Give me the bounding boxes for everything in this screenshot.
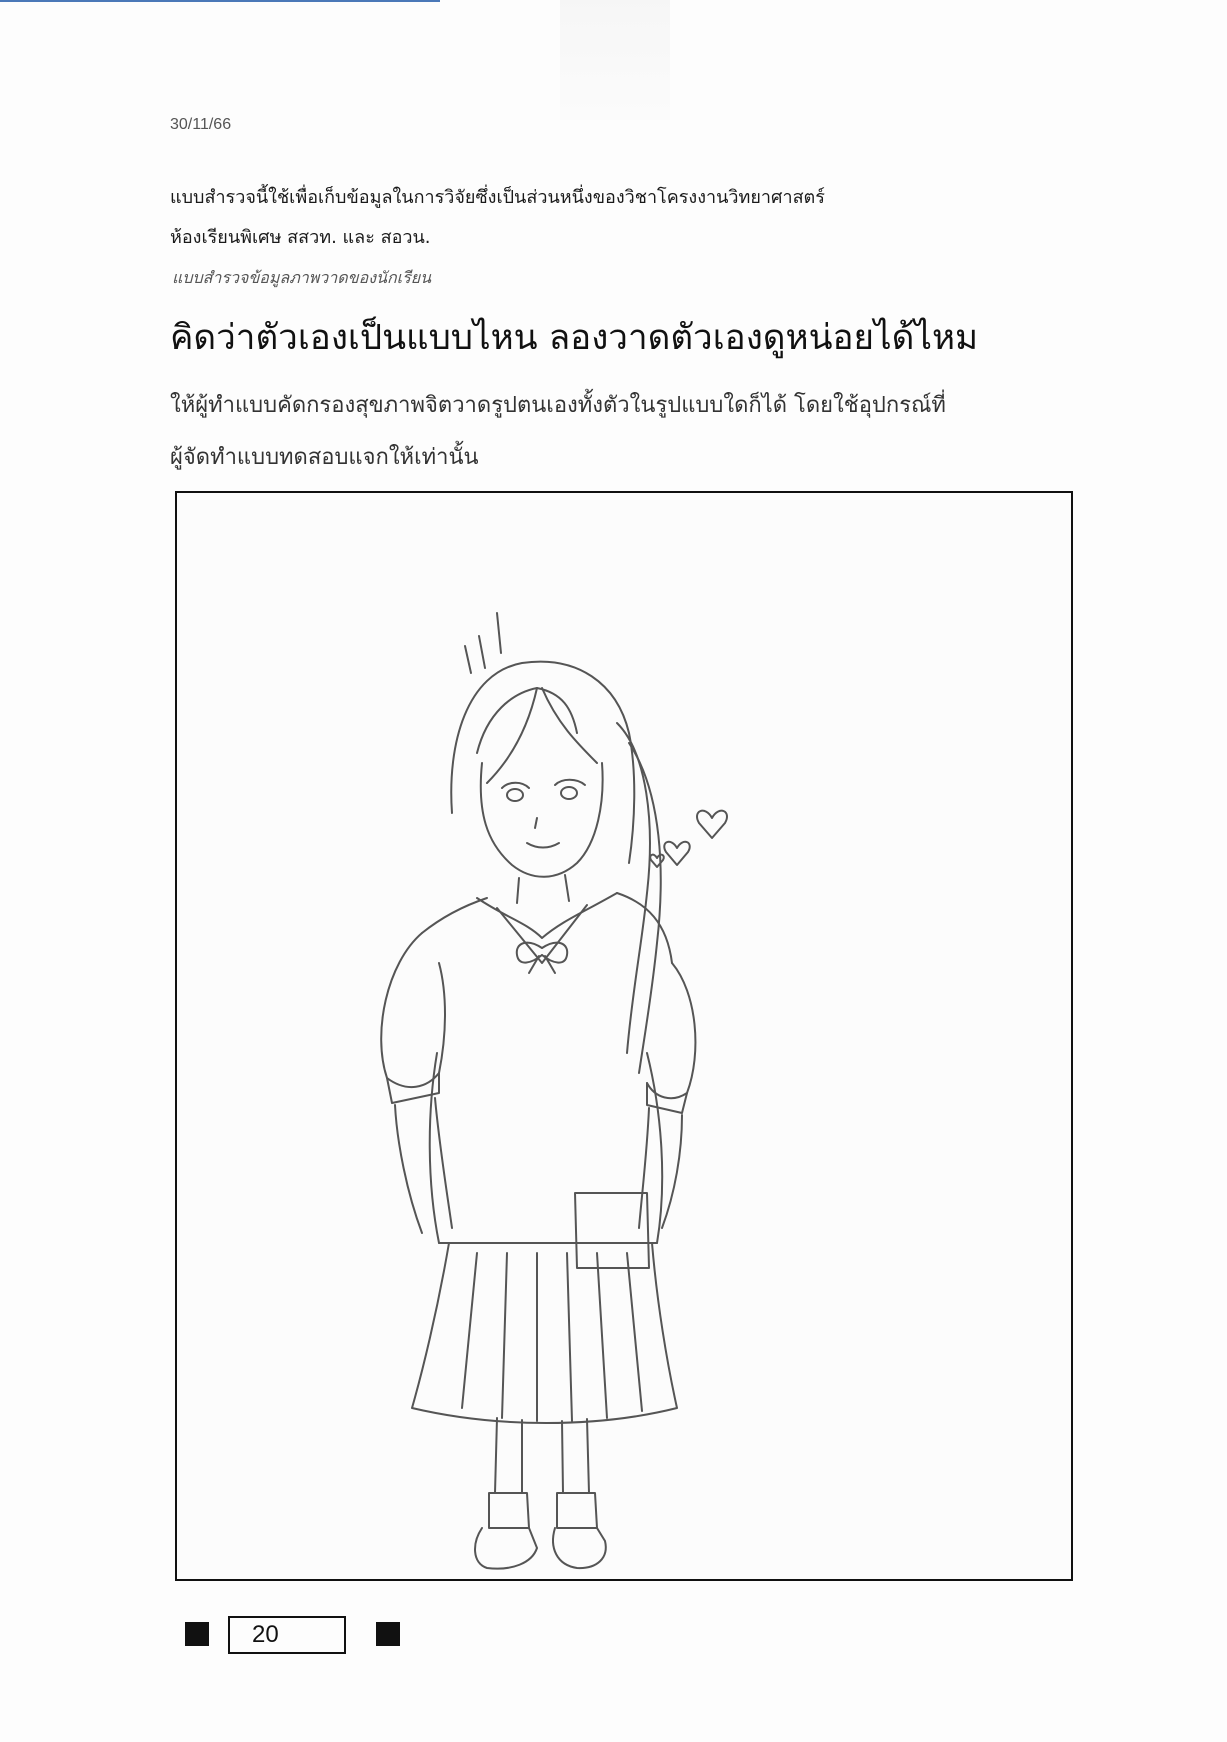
self-portrait-drawing [380,612,728,1570]
registration-mark-left [185,1622,209,1646]
instruction-line-1: ให้ผู้ทำแบบคัดกรองสุขภาพจิตวาดรูปตนเองทั… [170,393,946,418]
motion-line [464,645,472,674]
intro-line-2: ห้องเรียนพิเศษ สสวท. และ สอวน. [170,227,431,248]
motion-line [478,635,486,669]
intro-line-1: แบบสำรวจนี้ใช้เพื่อเก็บข้อมูลในการวิจัยซ… [170,187,825,208]
survey-subtitle: แบบสำรวจข้อมูลภาพวาดของนักเรียน [172,268,432,287]
instruction-line-2: ผู้จัดทำแบบทดสอบแจกให้เท่านั้น [170,445,479,470]
intro-text: แบบสำรวจนี้ใช้เพื่อเก็บข้อมูลในการวิจัยซ… [170,178,1070,258]
page-number: 20 [252,1621,279,1648]
instructions: ให้ผู้ทำแบบคัดกรองสุขภาพจิตวาดรูปตนเองทั… [170,380,1090,484]
registration-mark-right [376,1622,400,1646]
page-number-box: 20 [228,1616,346,1654]
page-title: คิดว่าตัวเองเป็นแบบไหน ลองวาดตัวเองดูหน่… [170,318,979,358]
survey-page: 30/11/66 แบบสำรวจนี้ใช้เพื่อเก็บข้อมูลใน… [0,0,1227,1742]
motion-line [496,612,502,654]
drawing-frame [175,491,1073,1581]
date: 30/11/66 [170,116,232,133]
